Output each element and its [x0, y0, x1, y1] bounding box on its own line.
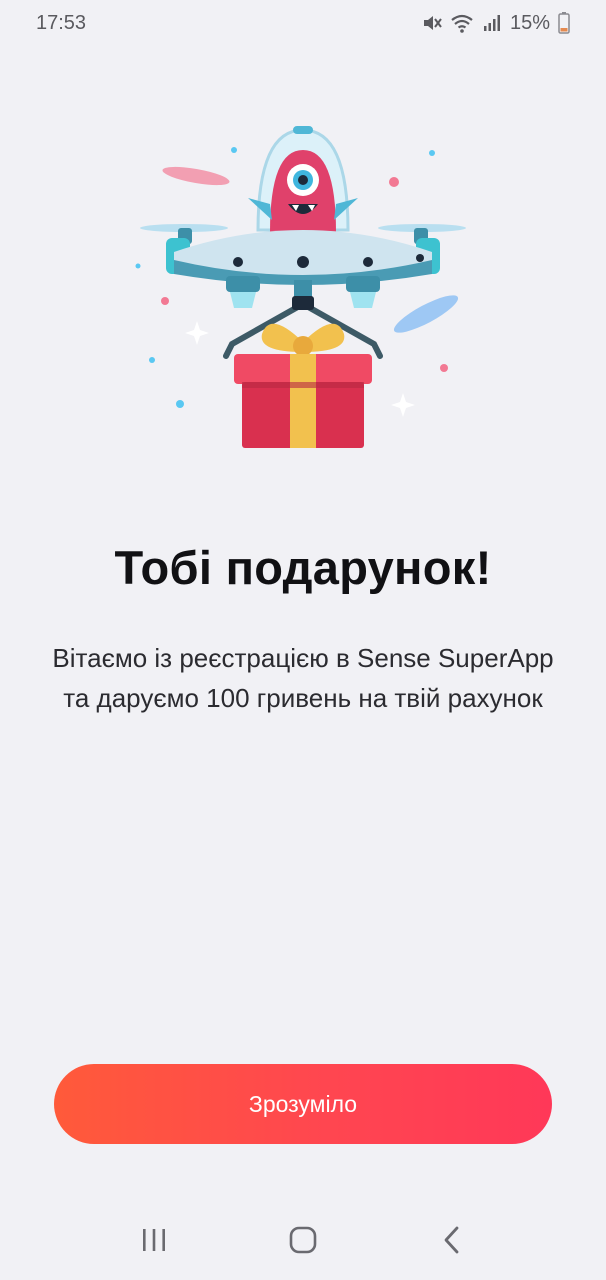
status-bar: 17:53 15%	[0, 0, 606, 46]
welcome-message: Вітаємо із реєстрацією в Sense SuperApp …	[52, 643, 554, 713]
page-title: Тобі подарунок!	[114, 541, 492, 594]
battery-percent: 15%	[509, 11, 550, 34]
signal-icon	[482, 13, 502, 33]
home-icon	[289, 1226, 317, 1254]
system-nav-bar	[0, 1200, 606, 1280]
home-button[interactable]	[273, 1210, 333, 1270]
confirm-button[interactable]: Зрозуміло	[54, 1064, 552, 1144]
wifi-icon	[450, 13, 474, 33]
back-button[interactable]	[422, 1210, 482, 1270]
mute-icon	[422, 13, 442, 33]
back-icon	[444, 1226, 459, 1254]
drone-gift-illustration	[130, 120, 476, 460]
gift-screen: 17:53 15% Тобі подарунок! Вітаємо із реє…	[0, 0, 606, 1280]
recent-apps-icon	[143, 1229, 166, 1251]
recent-apps-button[interactable]	[124, 1210, 184, 1270]
status-icons: 15%	[422, 12, 570, 35]
status-time: 17:53	[36, 11, 87, 34]
drone-gift-monster-illustration	[135, 126, 466, 448]
battery-icon	[558, 12, 570, 34]
